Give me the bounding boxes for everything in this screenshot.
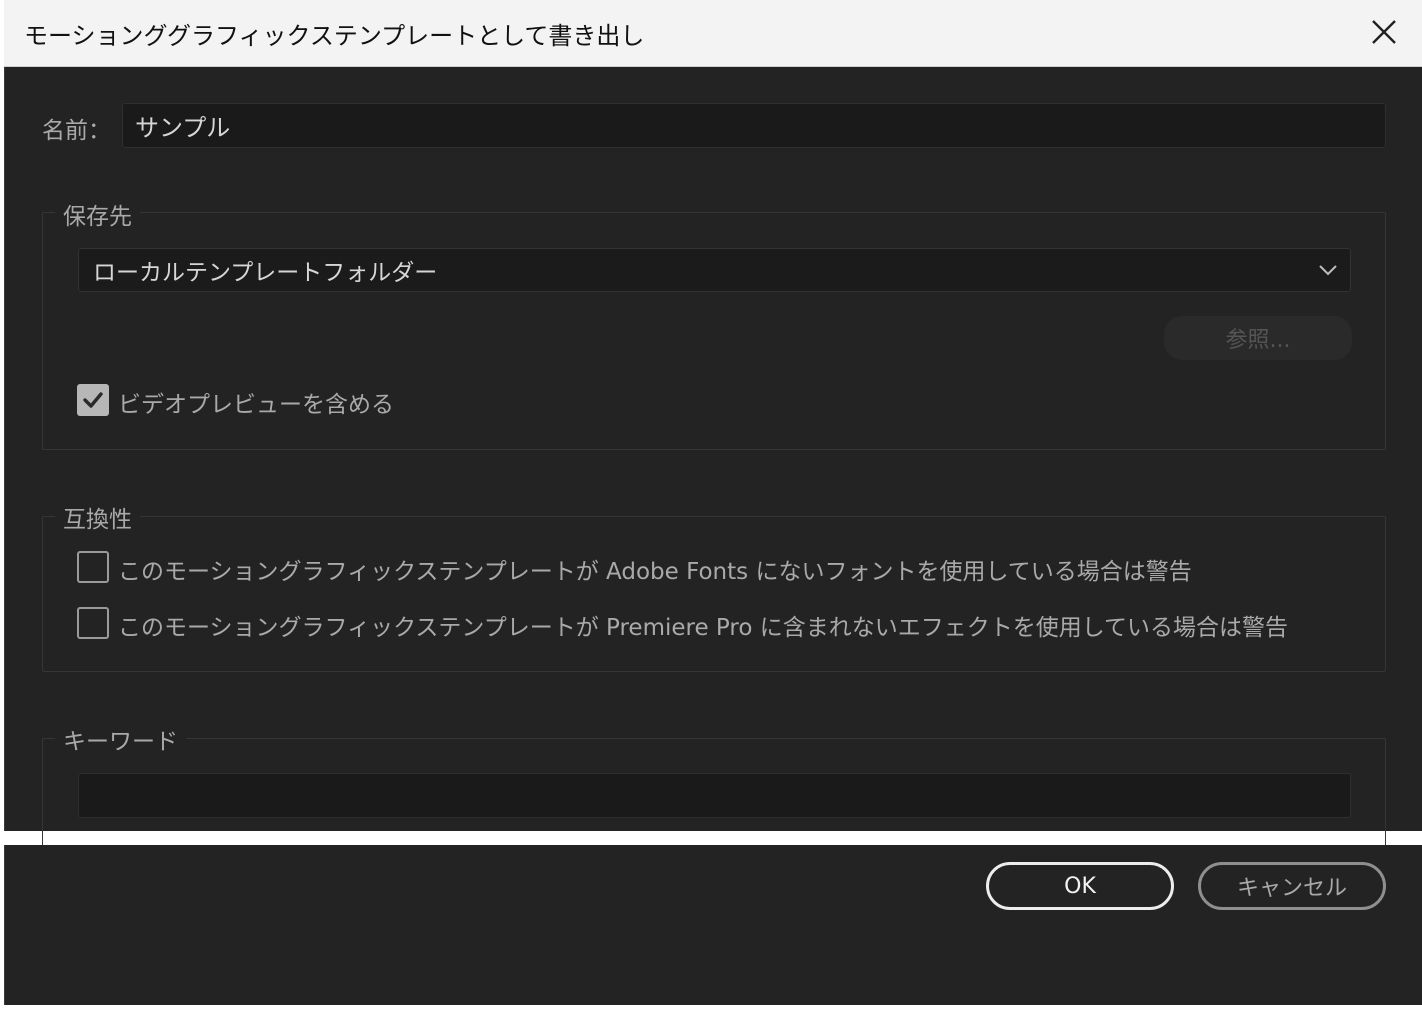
compatibility-group (42, 516, 1386, 672)
warn-fonts-checkbox[interactable] (77, 551, 109, 583)
compatibility-group-title: 互換性 (55, 500, 140, 534)
dialog-body: 名前： サンプル 保存先 ローカルテンプレートフォルダー 参照... ビデオプレ… (4, 67, 1422, 848)
checkmark-icon (83, 392, 103, 408)
include-preview-label: ビデオプレビューを含める (118, 392, 394, 418)
keywords-input[interactable] (78, 773, 1351, 818)
title-bar: モーションググラフィックステンプレートとして書き出し (4, 0, 1422, 67)
chevron-down-icon (1319, 265, 1337, 276)
name-label: 名前： (42, 118, 111, 144)
destination-group-title: 保存先 (55, 197, 140, 231)
name-input[interactable]: サンプル (122, 103, 1386, 148)
browse-button[interactable]: 参照... (1164, 316, 1352, 360)
warn-effects-checkbox[interactable] (77, 607, 109, 639)
window-title: モーションググラフィックステンプレートとして書き出し (24, 22, 645, 50)
ok-button[interactable]: OK (986, 862, 1174, 910)
include-preview-checkbox[interactable] (77, 384, 109, 416)
close-icon (1372, 20, 1396, 44)
destination-dropdown[interactable]: ローカルテンプレートフォルダー (78, 248, 1351, 292)
warn-effects-label: このモーショングラフィックステンプレートが Premiere Pro に含まれな… (118, 615, 1289, 641)
keywords-group-title: キーワード (55, 722, 186, 756)
destination-dropdown-value: ローカルテンプレートフォルダー (93, 260, 438, 286)
cancel-button[interactable]: キャンセル (1198, 862, 1386, 910)
export-mogrt-dialog: モーションググラフィックステンプレートとして書き出し 名前： サンプル 保存先 … (0, 0, 1422, 1009)
warn-fonts-label: このモーショングラフィックステンプレートが Adobe Fonts にないフォン… (118, 559, 1192, 585)
close-button[interactable] (1364, 12, 1404, 52)
